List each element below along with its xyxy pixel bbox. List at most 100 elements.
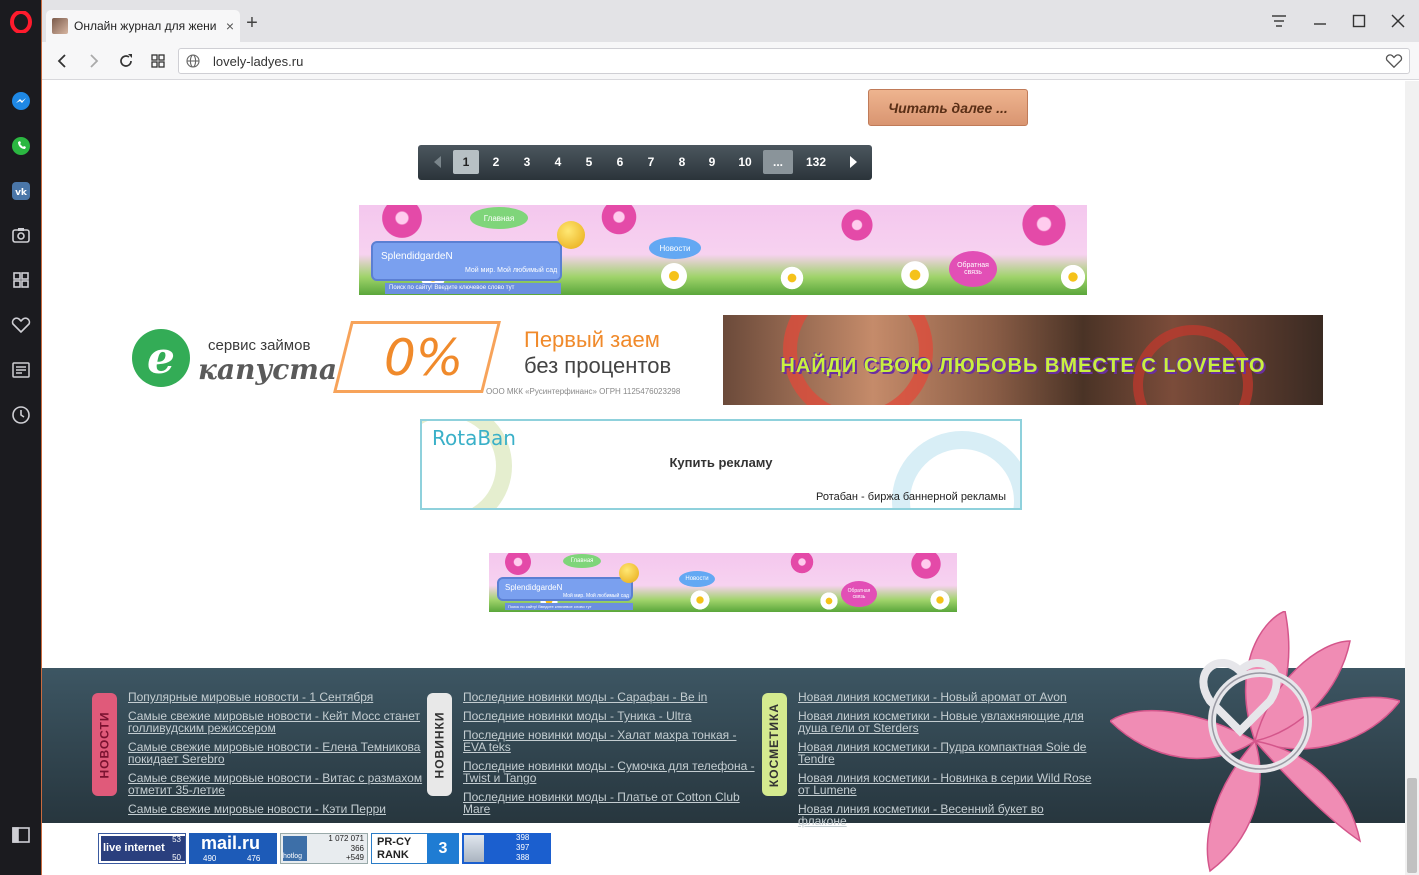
- footer-tab-0: НОВОСТИ: [92, 693, 117, 796]
- ekapusta-headline-1: Первый заем: [524, 327, 660, 352]
- footer-link[interactable]: Последние новинки моды - Сумочка для тел…: [463, 760, 758, 784]
- footer-link[interactable]: Последние новинки моды - Сарафан - Be in: [463, 691, 758, 703]
- footer-link[interactable]: Последние новинки моды - Платье от Cotto…: [463, 791, 758, 815]
- footer-tab-2: КОСМЕТИКА: [762, 693, 787, 796]
- rotaban-ad-banner[interactable]: RotaBan Купить рекламу Ротабан - биржа б…: [420, 419, 1022, 510]
- page-ellipsis[interactable]: ...: [763, 150, 793, 174]
- next-page-icon[interactable]: [843, 150, 865, 174]
- browser-window: vk Онлайн журнал для жени × + lovely-lad…: [0, 0, 1419, 875]
- banner-brand: SplendidgardeN: [381, 251, 453, 262]
- page-link-132[interactable]: 132: [798, 150, 834, 174]
- banner-nav-news[interactable]: Новости: [649, 237, 701, 259]
- banner-search-input[interactable]: Поиск по сайту! Введите ключевое слово т…: [385, 283, 561, 294]
- rotaban-logo: RotaBan: [432, 426, 516, 450]
- page-link-5[interactable]: 5: [576, 150, 602, 174]
- banner2-nav-home[interactable]: Главная: [563, 554, 601, 568]
- banner-brand-box: SplendidgardeN Мой мир. Мой любимый сад: [371, 241, 562, 281]
- bookmarks-heart-icon[interactable]: [9, 313, 33, 337]
- splendidgarden-banner-top[interactable]: Главная SplendidgardeN Мой мир. Мой люби…: [359, 205, 1087, 295]
- back-icon[interactable]: [52, 51, 72, 71]
- footer-link[interactable]: Самые свежие мировые новости - Кэти Перр…: [128, 803, 423, 815]
- banner-nav-home[interactable]: Главная: [470, 207, 528, 229]
- sidebar-toggle-icon[interactable]: [9, 823, 33, 847]
- pagination: 1 2 3 4 5 6 7 8 9 10... 132: [418, 145, 872, 180]
- svg-text:vk: vk: [15, 188, 28, 198]
- scrollbar-thumb[interactable]: [1407, 778, 1417, 873]
- prcy-rank-counter[interactable]: PR-CY RANK 3: [371, 833, 459, 864]
- page-link-1[interactable]: 1: [453, 150, 479, 174]
- footer-link[interactable]: Популярные мировые новости - 1 Сентября: [128, 691, 423, 703]
- tab-menu-icon[interactable]: [1268, 10, 1290, 32]
- liveinternet-counter[interactable]: live internet 53 50: [98, 833, 186, 864]
- mailru-counter[interactable]: mail.ru 490 476: [189, 833, 277, 864]
- footer-link[interactable]: Новая линия косметики - Новинка в серии …: [798, 772, 1093, 796]
- footer-links-1: Последние новинки моды - Сарафан - Be in…: [463, 691, 758, 822]
- liveinternet-label: live internet: [103, 842, 165, 854]
- page-link-9[interactable]: 9: [699, 150, 725, 174]
- whatsapp-icon[interactable]: [9, 134, 33, 158]
- banner-nav-feedback[interactable]: Обратная связь: [949, 251, 997, 287]
- footer-link[interactable]: Новая линия косметики - Новый аромат от …: [798, 691, 1093, 703]
- ekapusta-logo-icon: e: [132, 329, 190, 387]
- page-link-8[interactable]: 8: [669, 150, 695, 174]
- footer-tab-label: КОСМЕТИКА: [767, 702, 782, 787]
- camera-icon[interactable]: [9, 223, 33, 247]
- prev-page-icon[interactable]: [426, 150, 448, 174]
- footer-link[interactable]: Последние новинки моды - Халат махра тон…: [463, 729, 758, 753]
- maximize-icon[interactable]: [1348, 10, 1370, 32]
- news-icon[interactable]: [9, 358, 33, 382]
- page-link-6[interactable]: 6: [607, 150, 633, 174]
- tab-close-icon[interactable]: ×: [226, 18, 234, 34]
- banner2-nav-feedback[interactable]: Обратная связь: [841, 581, 877, 607]
- close-window-icon[interactable]: [1387, 10, 1409, 32]
- footer-link[interactable]: Самые свежие мировые новости - Витас с р…: [128, 772, 423, 796]
- bookmark-heart-icon[interactable]: [1385, 53, 1403, 74]
- smiley-icon: [557, 221, 585, 249]
- opera-logo-icon[interactable]: [9, 10, 33, 34]
- page-link-7[interactable]: 7: [638, 150, 664, 174]
- vk-icon[interactable]: vk: [9, 179, 33, 203]
- footer-link[interactable]: Последние новинки моды - Туника - Ultra: [463, 710, 758, 722]
- footer-link[interactable]: Новая линия косметики - Новые увлажняющи…: [798, 710, 1093, 734]
- url-text[interactable]: lovely-ladyes.ru: [213, 54, 303, 69]
- footer-link[interactable]: Новая линия косметики - Весенний букет в…: [798, 803, 1093, 827]
- banner2-tagline: Мой мир. Мой любимый сад: [563, 593, 629, 599]
- liveinternet-n1: 53: [172, 835, 181, 844]
- ekapusta-brand: капуста: [198, 353, 338, 386]
- address-bar[interactable]: lovely-ladyes.ru: [178, 48, 1410, 74]
- forward-icon[interactable]: [84, 51, 104, 71]
- speed-dial-icon[interactable]: [9, 268, 33, 292]
- loveeto-ad-banner[interactable]: НАЙДИ СВОЮ ЛЮБОВЬ ВМЕСТЕ С LOVEETO: [723, 315, 1323, 405]
- browser-tab-active[interactable]: Онлайн журнал для жени ×: [46, 10, 240, 42]
- ekapusta-legal: ООО МКК «Русинтерфинанс» ОГРН 1125476023…: [486, 387, 681, 396]
- splendidgarden-banner-bottom[interactable]: Главная SplendidgardeN Мой мир. Мой люби…: [489, 553, 957, 612]
- page-link-10[interactable]: 10: [730, 150, 760, 174]
- hotlog-counter[interactable]: hotlog 1 072 071 366 +549: [280, 833, 368, 864]
- page-link-4[interactable]: 4: [545, 150, 571, 174]
- tab-title: Онлайн журнал для жени: [74, 19, 217, 33]
- history-clock-icon[interactable]: [9, 403, 33, 427]
- banner2-search-input[interactable]: Поиск по сайту! Введите ключевое слово т…: [505, 603, 633, 610]
- messenger-icon[interactable]: [9, 89, 33, 113]
- page-scrollbar[interactable]: [1405, 81, 1419, 875]
- stat-counter[interactable]: 398 397 388: [462, 833, 551, 864]
- reload-icon[interactable]: [116, 51, 136, 71]
- prcy-label-2: RANK: [377, 849, 409, 861]
- footer-link[interactable]: Самые свежие мировые новости - Елена Тем…: [128, 741, 423, 765]
- ekapusta-headline-2: без процентов: [524, 353, 672, 378]
- rotaban-buy-link[interactable]: Купить рекламу: [422, 455, 1020, 470]
- banner2-brand-box: SplendidgardeN Мой мир. Мой любимый сад: [497, 577, 633, 601]
- footer-link[interactable]: Новая линия косметики - Пудра компактная…: [798, 741, 1093, 765]
- page-link-2[interactable]: 2: [483, 150, 509, 174]
- liveinternet-n2: 50: [172, 853, 181, 862]
- footer-link[interactable]: Самые свежие мировые новости - Кейт Мосс…: [128, 710, 423, 734]
- page-content: Читать далее ... 1 2 3 4 5 6 7 8 9 10... 132 Главн…: [42, 81, 1405, 875]
- page-link-3[interactable]: 3: [514, 150, 540, 174]
- minimize-icon[interactable]: [1309, 10, 1331, 32]
- tabs-grid-icon[interactable]: [148, 51, 168, 71]
- read-more-button[interactable]: Читать далее ...: [868, 89, 1028, 126]
- banner2-nav-news[interactable]: Новости: [679, 571, 715, 587]
- ekapusta-ad-banner[interactable]: e сервис займов капуста 0% Первый заем б…: [126, 315, 708, 405]
- footer-links-0: Популярные мировые новости - 1 Сентября С…: [128, 691, 423, 822]
- new-tab-button[interactable]: +: [242, 13, 262, 34]
